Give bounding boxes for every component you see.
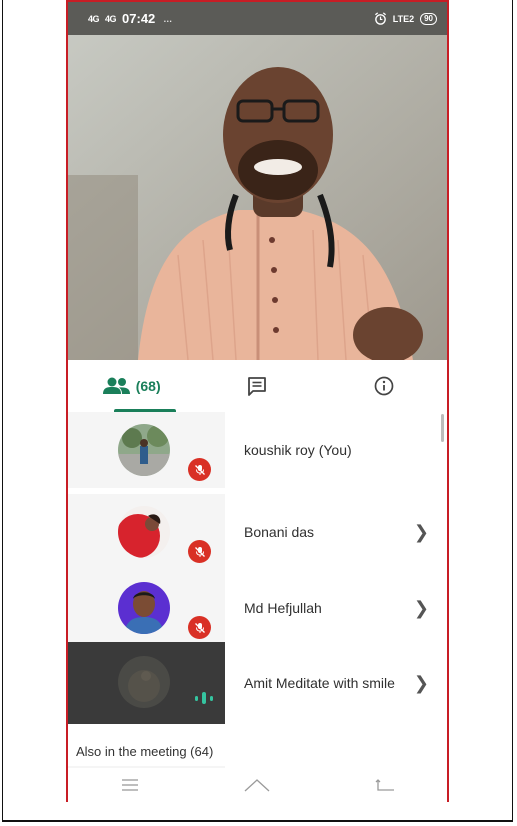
speaking-indicator-icon: [195, 692, 213, 704]
phone-screen: 4G 4G 07:42 … LTE2 90 (68) koushik roy (…: [66, 0, 449, 802]
tab-people[interactable]: (68): [68, 360, 194, 412]
panel-tabs: (68): [68, 360, 447, 413]
chat-icon: [248, 377, 267, 396]
info-icon: [374, 376, 394, 396]
participant-row[interactable]: Amit Meditate with smile ❯: [68, 642, 447, 724]
chevron-right-icon[interactable]: ❯: [414, 598, 429, 619]
status-right: LTE2 90: [374, 12, 437, 25]
chevron-right-icon[interactable]: ❯: [414, 522, 429, 543]
menu-icon[interactable]: [121, 779, 139, 791]
signal-indicator-2: 4G: [105, 13, 117, 24]
participant-thumb: [68, 412, 225, 488]
back-icon[interactable]: [375, 779, 395, 791]
participant-name: Amit Meditate with smile: [244, 675, 395, 691]
participant-list[interactable]: koushik roy (You) Bonani das ❯ Md Hefjul…: [68, 412, 447, 802]
also-in-meeting-label: Also in the meeting (64): [76, 744, 214, 759]
avatar: [118, 582, 170, 634]
participant-thumb: [68, 642, 225, 724]
participant-thumb: [68, 570, 225, 646]
mic-off-icon: [188, 616, 211, 639]
participant-name: koushik roy (You): [244, 442, 352, 458]
participant-row[interactable]: Md Hefjullah ❯: [68, 570, 447, 646]
alarm-icon: [374, 12, 386, 25]
people-count: (68): [135, 378, 161, 394]
avatar: [118, 424, 170, 476]
video-frame-person: [68, 35, 447, 360]
mic-off-icon: [188, 458, 211, 481]
participant-video[interactable]: [68, 35, 447, 360]
chevron-right-icon[interactable]: ❯: [414, 673, 429, 694]
status-bar: 4G 4G 07:42 … LTE2 90: [68, 2, 447, 35]
status-time: 07:42: [122, 11, 156, 26]
tab-info[interactable]: [321, 360, 447, 412]
tab-chat[interactable]: [194, 360, 320, 412]
network-label: LTE2: [392, 13, 415, 24]
participant-row[interactable]: Bonani das ❯: [68, 494, 447, 570]
avatar: [118, 506, 170, 558]
participant-name: Md Hefjullah: [244, 600, 322, 616]
participant-row[interactable]: koushik roy (You): [68, 412, 447, 488]
mic-off-icon: [188, 540, 211, 563]
participant-name: Bonani das: [244, 524, 315, 540]
signal-indicator-1: 4G: [88, 13, 100, 24]
battery-icon: 90: [420, 12, 437, 25]
system-nav-bar: [68, 768, 447, 802]
participant-thumb: [68, 494, 225, 570]
avatar: [118, 656, 170, 708]
home-icon[interactable]: [244, 778, 270, 792]
status-extra: …: [163, 13, 173, 24]
people-icon: [102, 377, 130, 394]
